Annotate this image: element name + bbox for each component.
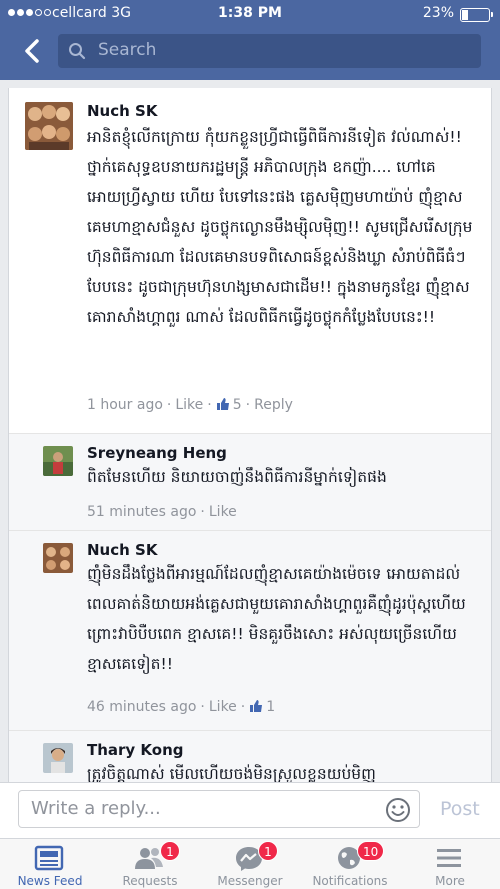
tab-label: News Feed: [17, 874, 83, 888]
comment-text: ពិតមែនហើយ និយាយចាញ់នឹងពិធីការនីម្នាក់ទៀត…: [87, 468, 387, 486]
like-button[interactable]: Like: [209, 504, 237, 520]
status-bar: cellcard 3G 1:38 PM 23%: [0, 0, 500, 30]
comment-timestamp: 1 hour ago: [87, 397, 163, 413]
battery-percentage: 23%: [422, 5, 454, 21]
avatar-photo: [25, 102, 73, 150]
comment-text: អានិតខ្ញុំលើកក្រោយ កុំយកខ្លួនហ្វ្រីជាធ្វ…: [87, 128, 473, 326]
news-feed-icon: [34, 845, 64, 871]
comment-meta: 51 minutes ago · Like: [87, 504, 237, 520]
comment-meta: 1 hour ago · Like · 5 · Reply: [87, 397, 293, 413]
comments-card: Nuch SK អានិតខ្ញុំលើកក្រោយ កុំយកខ្លួនហ្វ…: [8, 88, 492, 782]
avatar-photo: [43, 743, 73, 773]
search-placeholder: Search: [98, 40, 157, 60]
avatar[interactable]: [43, 446, 73, 476]
comment-author[interactable]: Nuch SK: [87, 541, 157, 559]
comment-text: ត្រូវចិត្តណាស់ មើលហើយចង់មិនស្រួលខ្លួនយប់…: [87, 765, 376, 782]
tab-messenger[interactable]: 1 Messenger: [200, 839, 300, 889]
back-arrow-icon[interactable]: [18, 36, 48, 66]
tab-news-feed[interactable]: News Feed: [0, 839, 100, 889]
comment-author[interactable]: Nuch SK: [87, 102, 157, 120]
sticker-icon[interactable]: [385, 797, 411, 823]
reply-comment: Nuch SK ញ៉ុំមិនដឹងថ្លែងពីអារម្មណ៍ដែលញុំខ…: [9, 530, 491, 730]
reply-placeholder: Write a reply...: [31, 798, 161, 819]
avatar[interactable]: [43, 543, 73, 573]
thumbs-up-icon: [250, 700, 263, 712]
comments-thread[interactable]: Nuch SK អានិតខ្ញុំលើកក្រោយ កុំយកខ្លួនហ្វ…: [0, 80, 500, 782]
thumbs-up-icon: [216, 398, 229, 410]
messenger-badge: 1: [258, 841, 278, 861]
tab-requests[interactable]: 1 Requests: [100, 839, 200, 889]
menu-icon: [437, 849, 461, 867]
comment-timestamp: 51 minutes ago: [87, 504, 197, 520]
tab-notifications[interactable]: 10 Notifications: [300, 839, 400, 889]
reply-button[interactable]: Reply: [254, 397, 293, 413]
comment-timestamp: 46 minutes ago: [87, 699, 197, 715]
comment-meta: 46 minutes ago · Like · 1: [87, 699, 276, 715]
top-bar: cellcard 3G 1:38 PM 23% Search: [0, 0, 500, 80]
requests-badge: 1: [160, 841, 180, 861]
comment-author[interactable]: Sreyneang Heng: [87, 444, 227, 462]
notifications-badge: 10: [357, 841, 385, 861]
comment: Nuch SK អានិតខ្ញុំលើកក្រោយ កុំយកខ្លួនហ្វ…: [9, 88, 491, 433]
like-button[interactable]: Like: [175, 397, 203, 413]
avatar-photo: [43, 543, 73, 573]
tab-label: Messenger: [217, 874, 283, 888]
reply-comment: Sreyneang Heng ពិតមែនហើយ និយាយចាញ់នឹងពិធ…: [9, 433, 491, 530]
tab-bar: News Feed 1 Requests 1 Messenger 10 Noti…: [0, 838, 500, 889]
tab-label: More: [435, 874, 465, 888]
like-button[interactable]: Like: [209, 699, 237, 715]
battery-icon: [460, 8, 493, 22]
reply-comment: Thary Kong ត្រូវចិត្តណាស់ មើលហើយចង់មិនស្…: [9, 730, 491, 782]
tab-label: Notifications: [312, 874, 388, 888]
search-icon: [69, 43, 86, 60]
search-input[interactable]: Search: [58, 34, 481, 68]
reply-bar: Write a reply... Post: [0, 782, 500, 838]
avatar[interactable]: [43, 743, 73, 773]
post-button[interactable]: Post: [440, 798, 480, 820]
like-count[interactable]: 1: [266, 699, 275, 715]
avatar-photo: [43, 446, 73, 476]
tab-label: Requests: [122, 874, 178, 888]
like-count[interactable]: 5: [233, 397, 242, 413]
tab-more[interactable]: More: [400, 839, 500, 889]
comment-text: ញ៉ុំមិនដឹងថ្លែងពីអារម្មណ៍ដែលញុំខ្មាសគេយ៉…: [87, 565, 466, 673]
reply-input[interactable]: Write a reply...: [18, 790, 420, 828]
comment-author[interactable]: Thary Kong: [87, 741, 184, 759]
avatar[interactable]: [25, 102, 73, 150]
